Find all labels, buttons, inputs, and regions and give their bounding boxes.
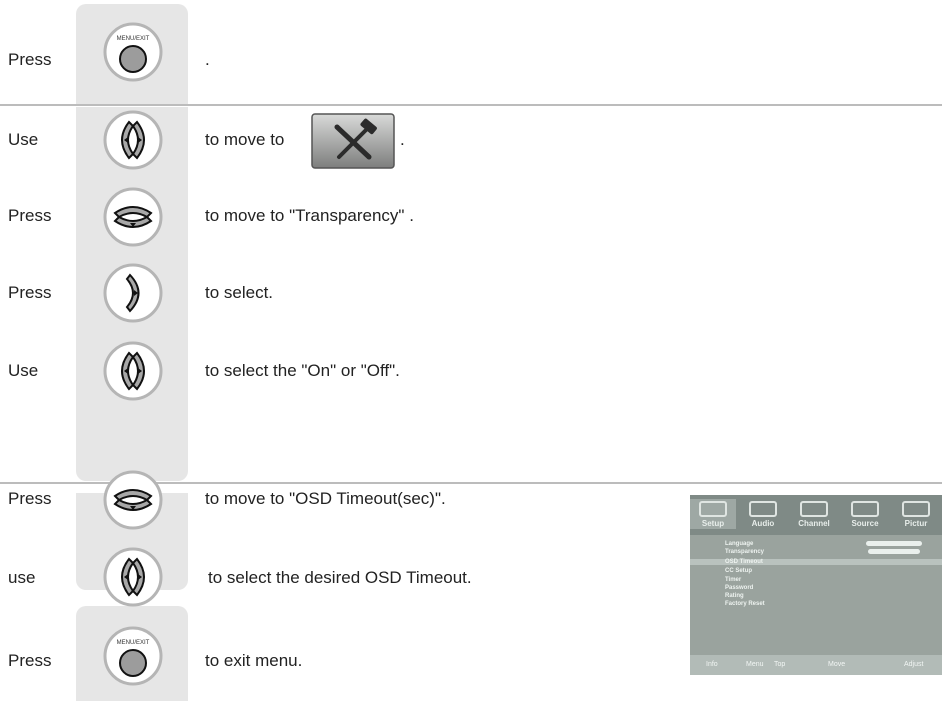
osd-tab-channel: Channel [791, 499, 837, 529]
osd-tab-source: Source [842, 499, 888, 529]
osd-language-value [866, 541, 922, 546]
setup-tools-icon [311, 113, 395, 169]
osd-item-rating: Rating [725, 593, 744, 599]
step-5-text: to select the "On" or "Off". [205, 361, 400, 380]
left-right-button[interactable] [103, 110, 163, 170]
menu-exit-button[interactable]: MENU/EXIT [103, 22, 163, 82]
step-2-label: Use [8, 130, 39, 149]
audio-icon [749, 501, 777, 517]
step-4-text: to select. [205, 283, 274, 302]
step-1-text: . [205, 50, 210, 69]
picture-icon [902, 501, 930, 517]
down-button[interactable] [103, 187, 163, 247]
step-2-text: to move to [205, 130, 285, 149]
step-8-label: Press [8, 651, 52, 670]
osd-item-timer: Timer [725, 577, 742, 583]
left-right-button[interactable] [103, 341, 163, 401]
osd-transparency-value [868, 549, 920, 554]
menu-exit-caption: MENU/EXIT [117, 36, 150, 42]
osd-item-language: Language [725, 541, 754, 547]
osd-footer-menu: Menu [746, 661, 764, 668]
menu-exit-caption: MENU/EXIT [117, 640, 150, 646]
channel-icon [800, 501, 828, 517]
osd-item-cc-setup: CC Setup [725, 568, 752, 574]
osd-item-factory-reset: Factory Reset [725, 601, 765, 607]
step-3-label: Press [8, 206, 52, 225]
osd-item-osd-timeout: OSD Timeout [725, 559, 763, 565]
osd-footer-move: Move [828, 661, 846, 668]
setup-tools-icon [699, 501, 727, 517]
down-button[interactable] [103, 470, 163, 530]
osd-footer-top: Top [774, 661, 786, 668]
osd-tab-setup: Setup [690, 499, 736, 529]
osd-footer-adjust: Adjust [904, 661, 924, 668]
step-3-text: to move to "Transparency" . [205, 206, 414, 225]
osd-tab-picture: Pictur [893, 499, 939, 529]
osd-item-password: Password [725, 585, 754, 591]
step-6-label: Press [8, 489, 52, 508]
source-icon [851, 501, 879, 517]
osd-footer: Info Menu Top Move Adjust [690, 655, 942, 675]
step-7-text: to select the desired OSD Timeout. [208, 568, 472, 587]
right-button[interactable] [103, 263, 163, 323]
step-8-text: to exit menu. [205, 651, 303, 670]
step-6-text: to move to "OSD Timeout(sec)". [205, 489, 446, 508]
menu-exit-button[interactable]: MENU/EXIT [103, 626, 163, 686]
osd-footer-info: Info [706, 661, 718, 668]
osd-tab-bar: Setup Audio Channel Source Pictur [690, 495, 942, 535]
step-4-label: Press [8, 283, 52, 302]
left-right-button[interactable] [103, 547, 163, 607]
step-2-trailing: . [400, 130, 405, 149]
step-1-label: Press [8, 50, 52, 69]
osd-tab-audio: Audio [740, 499, 786, 529]
step-5-label: Use [8, 361, 39, 380]
section-divider [0, 104, 942, 106]
step-7-label: use [8, 568, 36, 587]
osd-setup-menu-screenshot: Setup Audio Channel Source Pictur Langua… [690, 495, 942, 675]
osd-item-transparency: Transparency [725, 549, 765, 555]
